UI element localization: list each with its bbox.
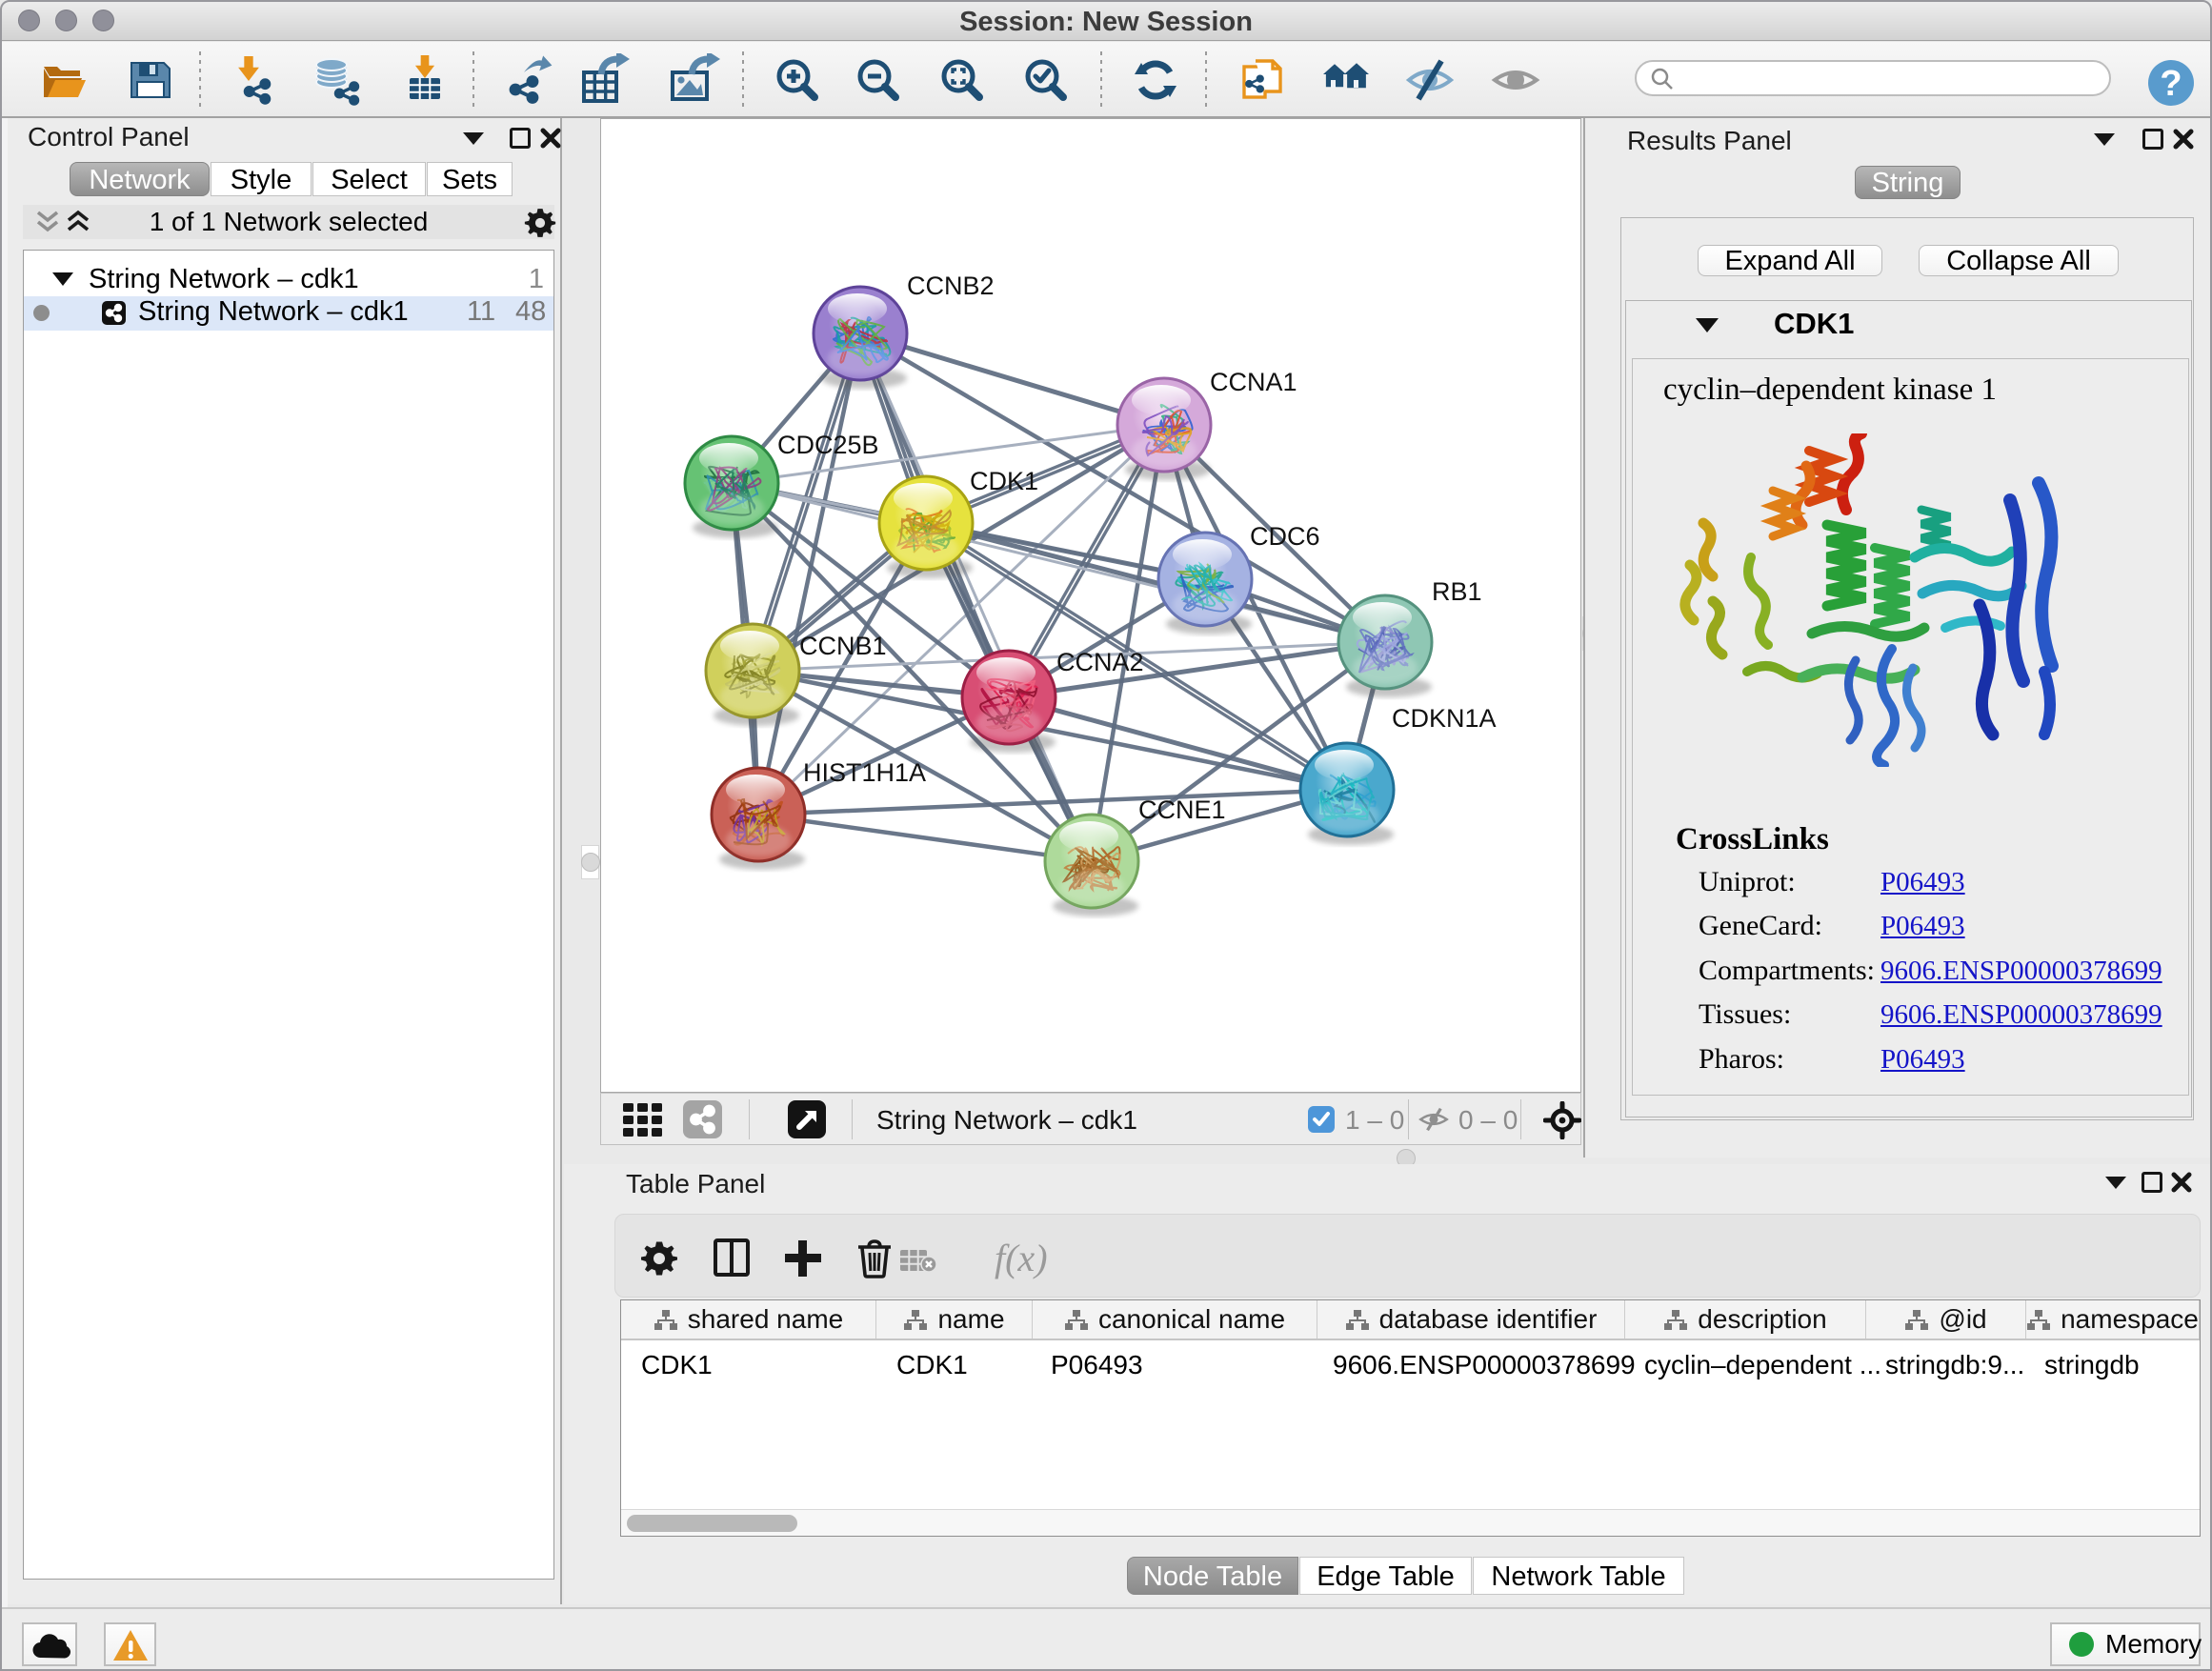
svg-text:CCNB1: CCNB1: [799, 632, 887, 660]
svg-text:RB1: RB1: [1432, 577, 1482, 606]
svg-text:CCNB2: CCNB2: [907, 272, 995, 300]
svg-text:HIST1H1A: HIST1H1A: [803, 758, 926, 787]
svg-text:CDK1: CDK1: [970, 467, 1038, 495]
svg-text:CCNA1: CCNA1: [1210, 368, 1297, 396]
svg-text:?: ?: [2160, 64, 2182, 104]
svg-text:CDC6: CDC6: [1250, 522, 1320, 551]
svg-text:CCNA2: CCNA2: [1056, 648, 1144, 676]
svg-text:CDKN1A: CDKN1A: [1392, 704, 1497, 733]
svg-text:CDC25B: CDC25B: [777, 431, 879, 459]
svg-text:CCNE1: CCNE1: [1138, 795, 1226, 824]
